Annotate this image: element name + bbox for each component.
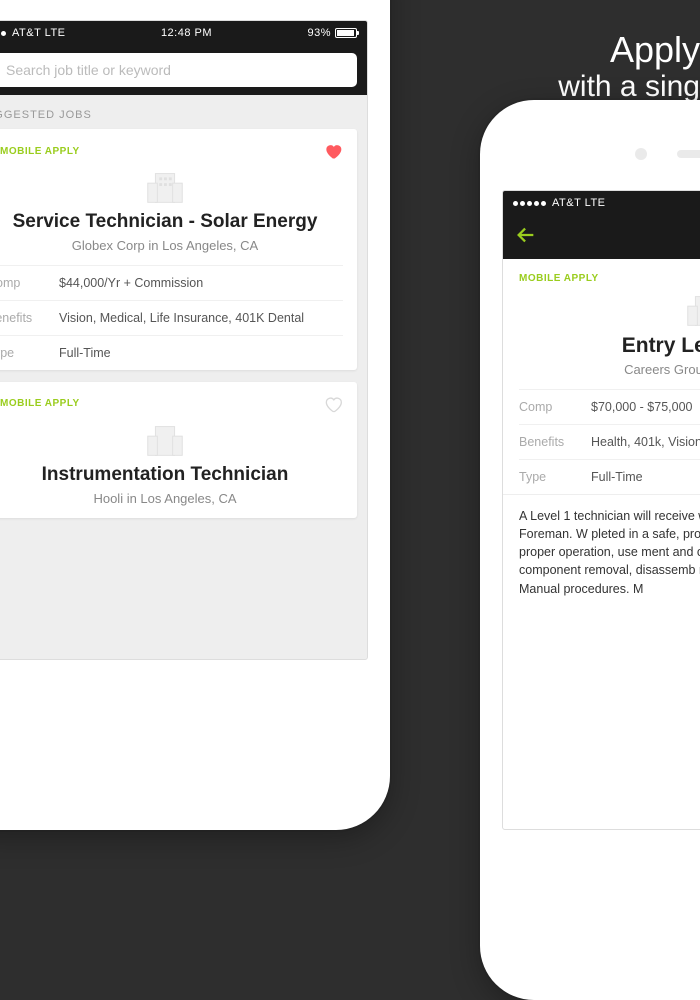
- detail-row-type: Type Full-Time: [0, 335, 343, 370]
- screen-right: AT&T LTE 12:48 PM 93% MOBILE APPLY Entry…: [502, 190, 700, 830]
- nav-bar: [503, 215, 700, 259]
- promo-subtitle: with a sing: [558, 70, 700, 104]
- favorite-button[interactable]: [323, 141, 343, 161]
- search-bar: [0, 45, 367, 95]
- company-icon: [142, 169, 188, 205]
- detail-value: $44,000/Yr + Commission: [59, 276, 203, 290]
- job-card[interactable]: MOBILE APPLY Service Technician - Solar …: [0, 129, 357, 370]
- mobile-apply-badge: MOBILE APPLY: [0, 146, 80, 157]
- job-description: A Level 1 technician will receive work S…: [503, 494, 700, 610]
- promo-title: Apply: [558, 30, 700, 70]
- section-header: SUGGESTED JOBS: [0, 95, 367, 129]
- job-title: Entry Level Tech: [519, 334, 700, 358]
- badge-label: MOBILE APPLY: [0, 398, 80, 409]
- company-icon: [142, 422, 188, 458]
- status-bar: AT&T LTE 12:48 PM 93%: [503, 191, 700, 215]
- back-button[interactable]: [515, 224, 537, 251]
- phone-frame-left: AT&T LTE 12:48 PM 93% SUGGESTED JOBS: [0, 0, 390, 830]
- battery-icon: [335, 28, 357, 38]
- company-icon: [682, 292, 700, 328]
- job-subtitle: Careers Group, Inc in Santa: [519, 362, 700, 377]
- detail-label: Benefits: [0, 311, 59, 325]
- detail-row-comp: Comp $70,000 - $75,000: [519, 389, 700, 424]
- status-time: 12:48 PM: [161, 27, 212, 39]
- carrier-label: AT&T LTE: [552, 197, 606, 209]
- detail-row-benefits: Benefits Health, 401k, Vision, Dental: [519, 424, 700, 459]
- phone-camera: [635, 148, 647, 160]
- detail-row-comp: Comp $44,000/Yr + Commission: [0, 265, 343, 300]
- detail-value: Vision, Medical, Life Insurance, 401K De…: [59, 311, 304, 325]
- mobile-apply-badge: MOBILE APPLY: [503, 259, 700, 288]
- back-arrow-icon: [515, 224, 537, 246]
- carrier-label: AT&T LTE: [12, 27, 66, 39]
- heart-icon: [323, 141, 343, 161]
- phone-speaker: [677, 150, 700, 158]
- favorite-button[interactable]: [323, 394, 343, 414]
- detail-value: Full-Time: [591, 470, 643, 484]
- search-input[interactable]: [6, 62, 347, 78]
- watermark: wsxdn.com: [637, 625, 692, 637]
- status-left: AT&T LTE: [0, 27, 66, 39]
- status-battery: 93%: [307, 27, 357, 39]
- heart-outline-icon: [323, 394, 343, 414]
- detail-row-benefits: Benefits Vision, Medical, Life Insurance…: [0, 300, 343, 335]
- detail-label: Comp: [0, 276, 59, 290]
- job-card[interactable]: MOBILE APPLY Instrumentation Technician …: [0, 382, 357, 518]
- signal-dots-icon: [513, 201, 546, 206]
- status-bar: AT&T LTE 12:48 PM 93%: [0, 21, 367, 45]
- promo-text: Apply with a sing: [558, 30, 700, 104]
- job-title: Service Technician - Solar Energy: [0, 211, 343, 234]
- search-field-wrap[interactable]: [0, 53, 357, 87]
- detail-label: Benefits: [519, 435, 591, 449]
- detail-value: Health, 401k, Vision, Dental: [591, 435, 700, 449]
- job-subtitle: Hooli in Los Angeles, CA: [0, 491, 343, 506]
- signal-dots-icon: [0, 31, 6, 36]
- badge-label: MOBILE APPLY: [0, 146, 80, 157]
- detail-label: Comp: [519, 400, 591, 414]
- detail-label: Type: [519, 470, 591, 484]
- detail-value: Full-Time: [59, 346, 111, 360]
- battery-percent: 93%: [307, 27, 331, 39]
- mobile-apply-badge: MOBILE APPLY: [0, 398, 80, 409]
- job-subtitle: Globex Corp in Los Angeles, CA: [0, 238, 343, 253]
- screen-left: AT&T LTE 12:48 PM 93% SUGGESTED JOBS: [0, 20, 368, 660]
- status-left: AT&T LTE: [513, 197, 606, 209]
- job-title: Instrumentation Technician: [0, 464, 343, 487]
- phone-frame-right: AT&T LTE 12:48 PM 93% MOBILE APPLY Entry…: [480, 100, 700, 1000]
- detail-row-type: Type Full-Time: [519, 459, 700, 494]
- detail-label: Type: [0, 346, 59, 360]
- detail-value: $70,000 - $75,000: [591, 400, 692, 414]
